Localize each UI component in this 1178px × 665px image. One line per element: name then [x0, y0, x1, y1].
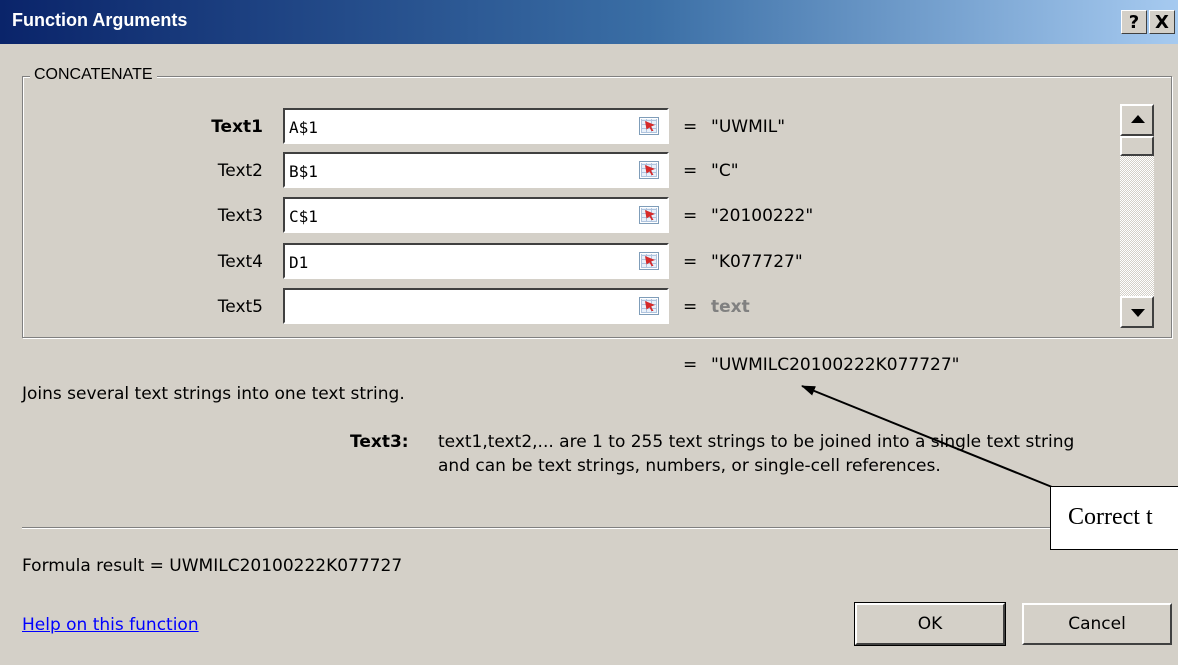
annotation-arrow — [801, 385, 1053, 488]
annotation-callout: Correct t — [1050, 486, 1178, 550]
